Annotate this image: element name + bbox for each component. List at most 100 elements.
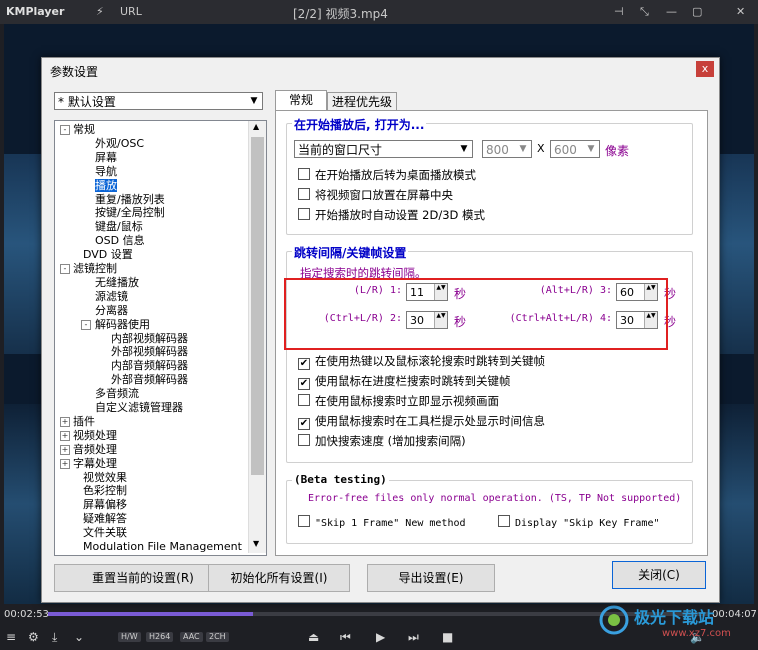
tree-item[interactable]: 自定义滤镜管理器 [95, 401, 183, 414]
tree-expander[interactable]: + [60, 458, 70, 469]
pin-icon[interactable]: ⊣ [614, 5, 624, 18]
tree-item[interactable]: 疑难解答 [83, 512, 127, 525]
checkbox-label: Display "Skip Key Frame" [515, 518, 660, 529]
tree-expander[interactable]: + [60, 444, 70, 455]
url-button[interactable]: URL [120, 5, 142, 18]
checkbox-option[interactable]: ✔ 使用鼠标搜索时在工具栏提示处显示时间信息 [298, 413, 545, 430]
tree-item[interactable]: 解码器使用 [95, 318, 150, 331]
tree-item[interactable]: 色彩控制 [83, 484, 127, 497]
checkbox-unchecked[interactable] [298, 168, 310, 180]
tree-item[interactable]: 插件 [73, 415, 95, 428]
tree-item[interactable]: 音频处理 [73, 443, 117, 456]
init-all-button[interactable]: 初始化所有设置(I) [208, 564, 350, 592]
tree-item[interactable]: Modulation File Management [83, 540, 242, 553]
size-separator: X [537, 142, 545, 155]
tree-item[interactable]: 导航 [95, 165, 117, 178]
tree-item[interactable]: 滤镜控制 [73, 262, 117, 275]
checkbox-option[interactable]: 将视频窗口放置在屏幕中央 [298, 187, 453, 203]
settings-tree[interactable]: - 常规 外观/OSC 屏幕 导航 播放 重复/播放列表 按键/全局控制 键盘/鼠标 OSD 信息… [54, 120, 267, 556]
tree-item[interactable]: 视频处理 [73, 429, 117, 442]
tree-item[interactable]: 屏幕 [95, 151, 117, 164]
checkbox-unchecked[interactable] [298, 208, 310, 220]
minimize-mini-icon[interactable]: ⤡ [640, 5, 649, 19]
capture-icon[interactable]: ⤓ [52, 630, 57, 645]
gear-icon[interactable]: ⚙ [28, 630, 39, 644]
menu-icon[interactable]: ≡ [6, 630, 16, 644]
preset-select[interactable]: * 默认设置 ▼ [54, 92, 263, 110]
tree-item[interactable]: 无缝播放 [95, 276, 139, 289]
channels-badge: 2CH [206, 632, 229, 642]
next-icon[interactable]: ⏭ [408, 630, 419, 645]
close-button[interactable]: 关闭(C) [612, 561, 706, 589]
tree-item[interactable]: 屏幕偏移 [83, 498, 127, 511]
tree-item[interactable]: 重复/播放列表 [95, 193, 165, 206]
dialog-close-button[interactable]: x [696, 61, 714, 77]
lightning-icon[interactable]: ⚡ [96, 5, 104, 18]
tree-item[interactable]: 多音频流 [95, 387, 139, 400]
tree-expander[interactable]: - [81, 319, 91, 330]
tree-item[interactable]: 外部音频解码器 [111, 373, 188, 386]
close-window-icon[interactable]: ✕ [736, 5, 745, 18]
checkbox-option[interactable]: 加快搜索速度 (增加搜索间隔) [298, 433, 466, 449]
maximize-icon[interactable]: ▢ [692, 5, 702, 18]
window-size-select[interactable]: 当前的窗口尺寸 ▼ [294, 140, 473, 158]
checkbox-option[interactable]: 开始播放时自动设置 2D/3D 模式 [298, 207, 485, 223]
width-field[interactable]: 800 ▼ [482, 140, 532, 158]
tree-item[interactable]: 内部音频解码器 [111, 359, 188, 372]
stop-icon[interactable]: ■ [442, 630, 453, 644]
scroll-up-icon[interactable]: ▲ [253, 122, 259, 131]
tree-item[interactable]: 播放 [95, 178, 117, 192]
checkbox-checked[interactable]: ✔ [298, 378, 310, 390]
codec-badge: H264 [146, 632, 174, 642]
play-icon[interactable]: ▶ [376, 630, 385, 644]
checkbox-option[interactable]: Display "Skip Key Frame" [498, 515, 660, 529]
checkbox-unchecked[interactable] [498, 515, 510, 527]
chevron-down-icon[interactable]: ⌄ [74, 630, 84, 644]
tree-item[interactable]: OSD 信息 [95, 234, 145, 247]
tree-item[interactable]: 视觉效果 [83, 471, 127, 484]
tree-item[interactable]: 键盘/鼠标 [95, 220, 143, 233]
checkbox-unchecked[interactable] [298, 394, 310, 406]
tree-item[interactable]: 外部视频解码器 [111, 345, 188, 358]
preset-value: * 默认设置 [58, 95, 116, 109]
tree-item[interactable]: 分离器 [95, 304, 128, 317]
tree-item[interactable]: 文件关联 [83, 526, 127, 539]
checkbox-label: 使用鼠标搜索时在工具栏提示处显示时间信息 [315, 414, 545, 428]
previous-icon[interactable]: ⏮ [340, 630, 351, 645]
tree-expander[interactable]: + [60, 430, 70, 441]
checkbox-option[interactable]: 在使用鼠标搜索时立即显示视频画面 [298, 393, 499, 409]
checkbox-checked[interactable]: ✔ [298, 418, 310, 430]
tree-expander[interactable]: + [60, 416, 70, 427]
checkbox-checked[interactable]: ✔ [298, 358, 310, 370]
eject-icon[interactable]: ⏏ [308, 630, 319, 644]
export-settings-button[interactable]: 导出设置(E) [367, 564, 495, 592]
checkbox-option[interactable]: ✔ 使用鼠标在进度栏搜索时跳转到关键帧 [298, 373, 511, 390]
checkbox-unchecked[interactable] [298, 188, 310, 200]
tree-item[interactable]: 常规 [73, 123, 95, 136]
tree-item[interactable]: 内部视频解码器 [111, 332, 188, 345]
tree-item[interactable]: DVD 设置 [83, 248, 133, 261]
checkbox-option[interactable]: ✔ 在使用热键以及鼠标滚轮搜索时跳转到关键帧 [298, 353, 545, 370]
checkbox-unchecked[interactable] [298, 515, 310, 527]
tree-item[interactable]: 源滤镜 [95, 290, 128, 303]
tree-expander[interactable]: - [60, 264, 70, 274]
minimize-icon[interactable]: — [666, 5, 677, 18]
tree-scrollbar[interactable]: ▲ ▼ [248, 121, 266, 553]
checkbox-unchecked[interactable] [298, 434, 310, 446]
tree-item[interactable]: 按键/全局控制 [95, 206, 165, 219]
width-value: 800 [486, 143, 509, 157]
pixel-unit: 像素 [605, 144, 630, 158]
tab-general[interactable]: 常规 [275, 90, 327, 111]
reset-current-button[interactable]: 重置当前的设置(R) [54, 564, 232, 592]
tree-scroll-thumb[interactable] [251, 137, 264, 475]
tree-item[interactable]: 外观/OSC [95, 137, 144, 150]
checkbox-label: "Skip 1 Frame" New method [315, 518, 466, 529]
checkbox-label: 在使用热键以及鼠标滚轮搜索时跳转到关键帧 [315, 354, 545, 368]
scroll-down-icon[interactable]: ▼ [253, 539, 259, 548]
checkbox-option[interactable]: 在开始播放后转为桌面播放模式 [298, 167, 476, 183]
checkbox-option[interactable]: "Skip 1 Frame" New method [298, 515, 466, 529]
height-field[interactable]: 600 ▼ [550, 140, 600, 158]
tree-item[interactable]: 字幕处理 [73, 457, 117, 470]
tab-process-priority[interactable]: 进程优先级 [327, 92, 397, 111]
tree-expander[interactable]: - [60, 125, 70, 135]
